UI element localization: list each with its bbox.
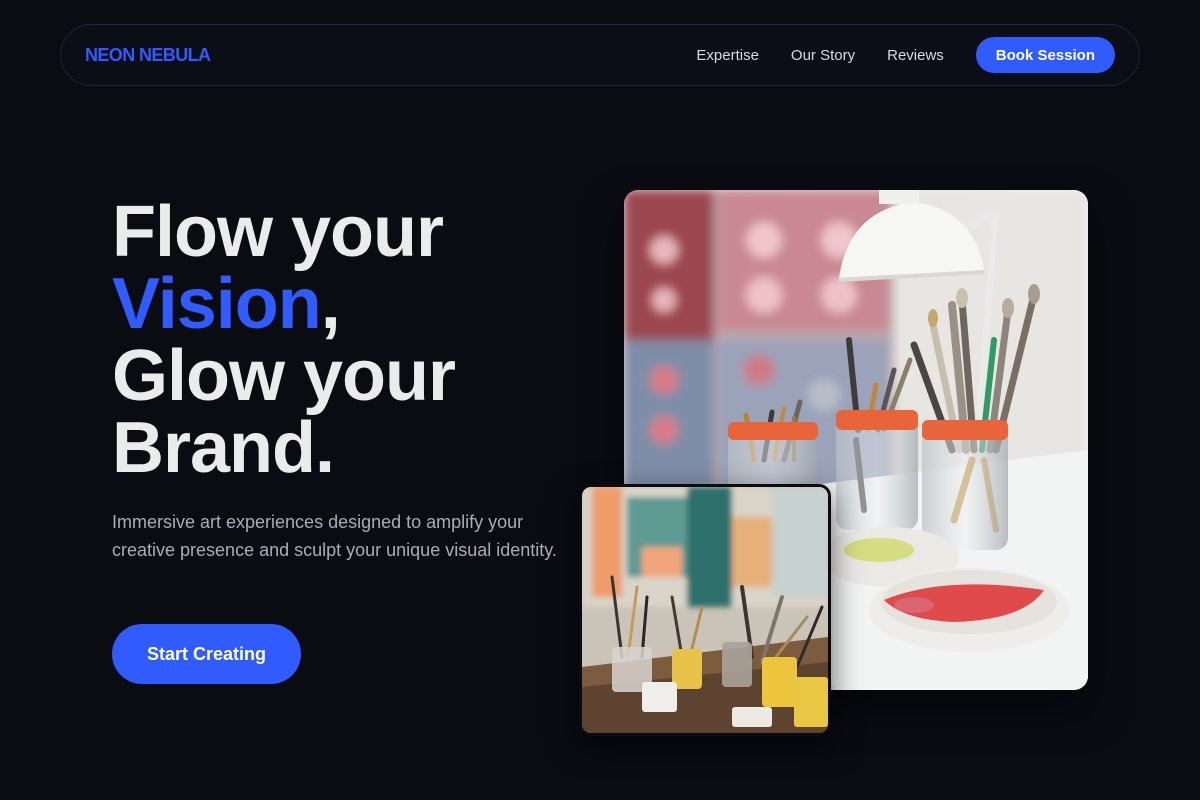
brand-logo[interactable]: NEON NEBULA: [85, 45, 211, 66]
hero-title-accent-word: Vision: [112, 264, 322, 344]
hero-title-line4: Brand.: [112, 408, 335, 488]
photo-studio-table-icon: [582, 487, 828, 733]
start-creating-button[interactable]: Start Creating: [112, 624, 301, 684]
book-session-button[interactable]: Book Session: [975, 37, 1115, 73]
nav-links: Expertise Our Story Reviews Book Session: [696, 37, 1115, 73]
nav-link-our-story[interactable]: Our Story: [791, 47, 855, 64]
nav-link-expertise[interactable]: Expertise: [696, 47, 759, 64]
hero-title-line1: Flow your: [112, 192, 444, 272]
hero-title-line3: Glow your: [112, 336, 456, 416]
nav-link-reviews[interactable]: Reviews: [887, 47, 944, 64]
hero-subtitle: Immersive art experiences designed to am…: [112, 512, 557, 560]
hero-secondary-image: [579, 484, 831, 736]
hero-title-punct: ,: [320, 264, 341, 344]
hero-title: Flow your Vision, Glow your Brand.: [112, 196, 592, 484]
top-nav-bar: NEON NEBULA Expertise Our Story Reviews …: [60, 24, 1140, 86]
